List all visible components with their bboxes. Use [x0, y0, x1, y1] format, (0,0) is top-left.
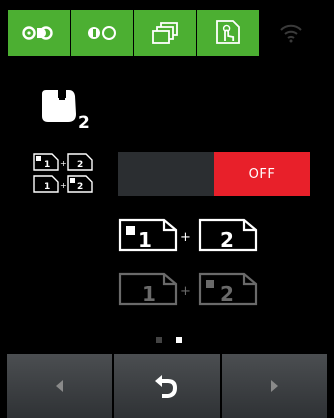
left-arrow-icon [55, 380, 63, 392]
toggle-label: OFF [248, 166, 276, 182]
svg-text:2: 2 [77, 160, 83, 170]
touch-document-icon [216, 20, 240, 44]
id-copy-2in1-icon: 1 2 1 2 + + [33, 153, 93, 193]
illus-top-plus: + [180, 230, 191, 245]
tab-toner[interactable] [8, 10, 70, 56]
illus-bottom-page2: 2 [220, 282, 234, 306]
bottom-navigation [7, 354, 327, 418]
next-button[interactable] [221, 354, 327, 418]
right-arrow-icon [271, 380, 279, 392]
toggle-track [118, 152, 214, 196]
page-indicator [156, 337, 182, 343]
wifi-icon [280, 24, 302, 43]
tab-toner-save[interactable] [71, 10, 133, 56]
toggle-off-state: OFF [214, 152, 310, 196]
usb-2-icon: 2 [42, 90, 90, 130]
illus-top-page1: 1 [138, 228, 152, 252]
svg-text:+: + [60, 181, 67, 190]
toner-cartridge-icon [22, 26, 53, 40]
page-dot-1[interactable] [156, 337, 162, 343]
svg-text:1: 1 [44, 182, 50, 192]
tab-touch[interactable] [197, 10, 259, 56]
prev-button[interactable] [7, 354, 113, 418]
back-arrow-icon [154, 375, 177, 398]
back-button[interactable] [114, 354, 220, 418]
svg-text:1: 1 [44, 160, 50, 170]
usb-number: 2 [78, 113, 90, 130]
copies-stack-icon [152, 22, 178, 44]
function-tab-bar [8, 10, 324, 56]
illus-bottom-page1: 1 [142, 282, 156, 306]
id-copy-toggle[interactable]: OFF [118, 152, 310, 196]
illus-bottom-plus: + [180, 284, 191, 299]
page-order-illustration: 1 + 2 1 + 2 [118, 218, 258, 306]
svg-text:+: + [60, 159, 67, 168]
illus-top-page2: 2 [220, 228, 234, 252]
page-dot-2[interactable] [176, 337, 182, 343]
tab-copies[interactable] [134, 10, 196, 56]
toner-save-icon [88, 26, 116, 40]
tab-wifi[interactable] [260, 10, 322, 56]
svg-text:2: 2 [77, 182, 83, 192]
